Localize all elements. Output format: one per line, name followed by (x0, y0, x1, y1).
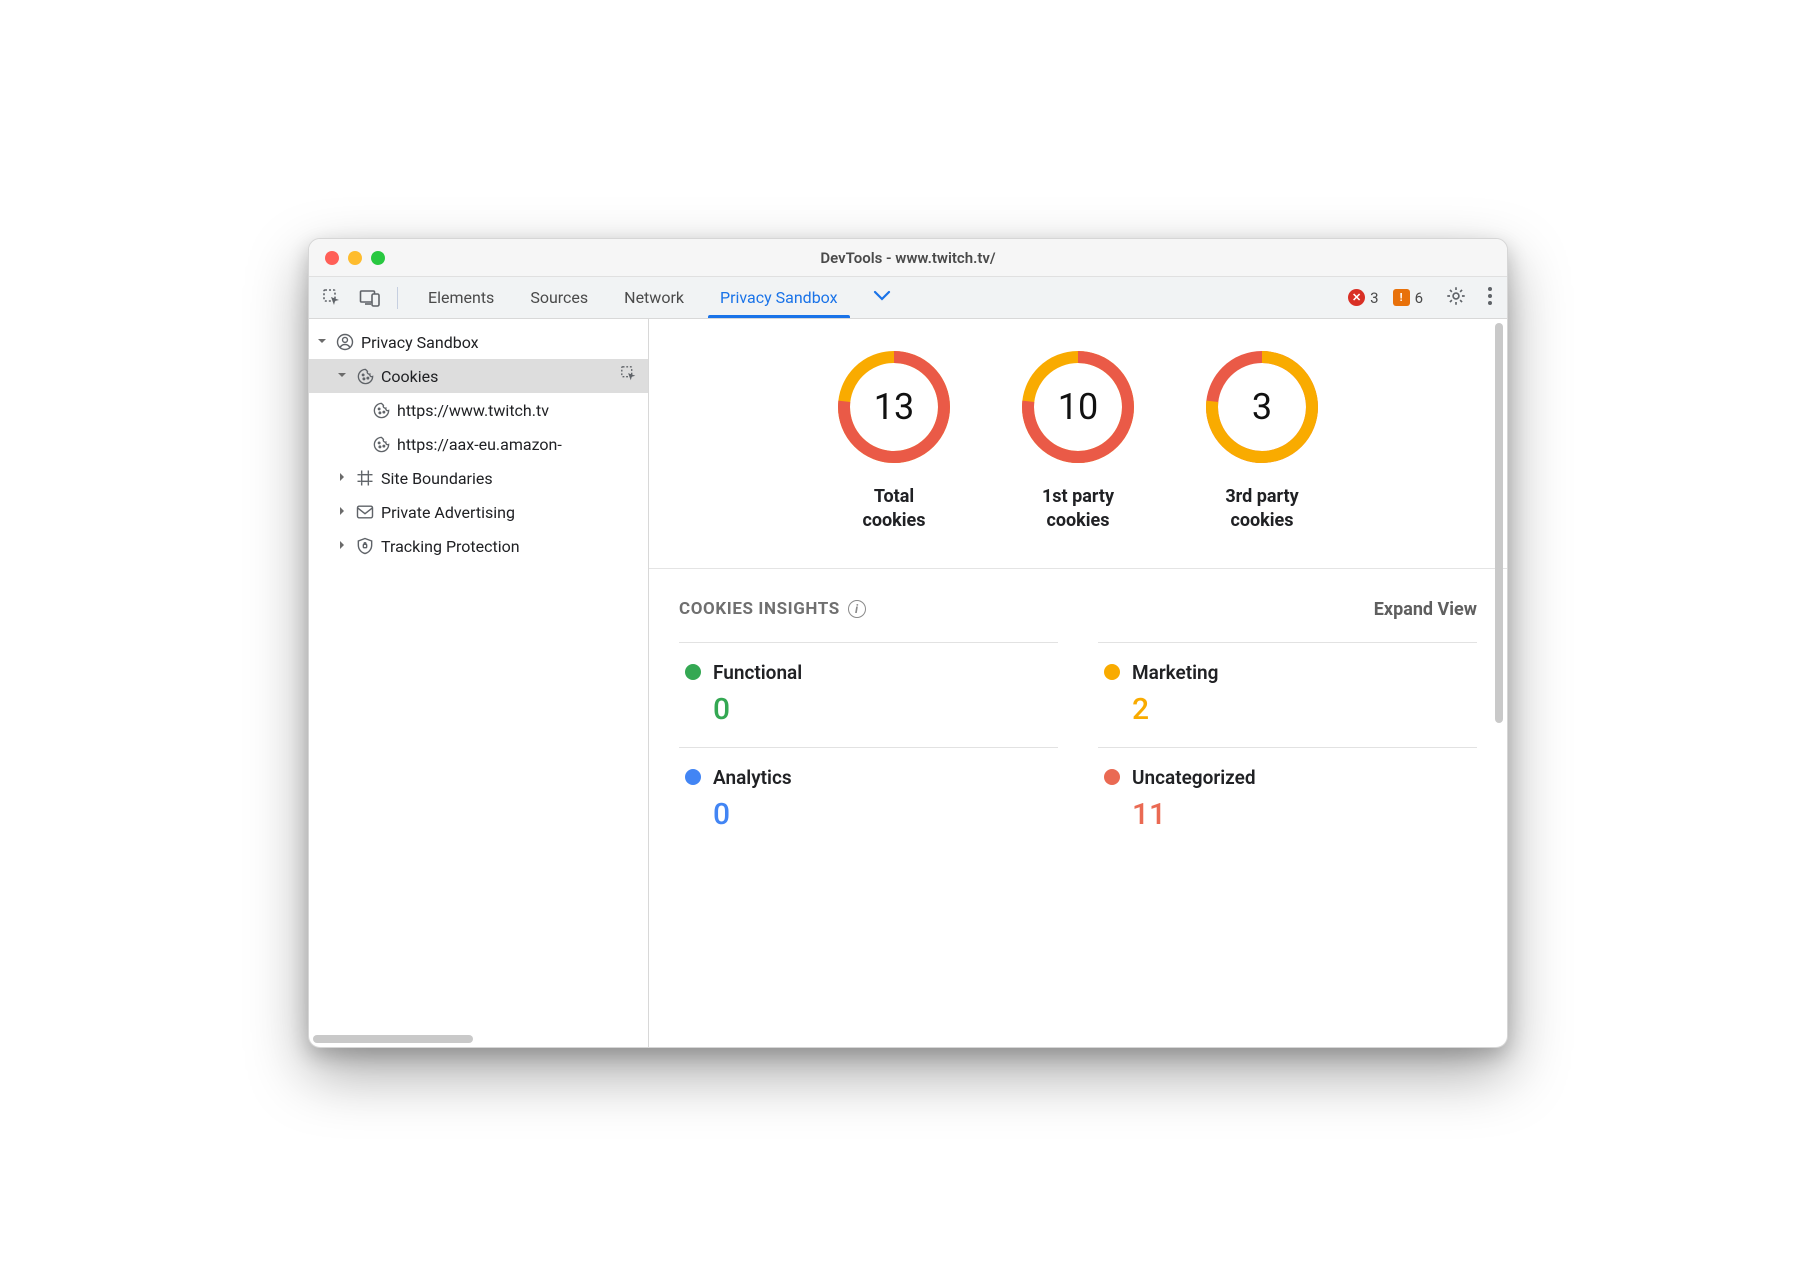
stat-caption: Total cookies (862, 485, 925, 534)
insights-title: COOKIES INSIGHTS i (679, 599, 866, 619)
insight-label: Marketing (1132, 661, 1471, 684)
tab-label: Network (624, 288, 684, 307)
more-tabs-button[interactable] (864, 287, 900, 308)
titlebar: DevTools - www.twitch.tv/ (309, 239, 1507, 277)
cookie-icon (371, 434, 391, 454)
tree-item-origin[interactable]: https://aax-eu.amazon- (309, 427, 648, 461)
traffic-lights (309, 251, 385, 265)
tree-item-origin[interactable]: https://www.twitch.tv (309, 393, 648, 427)
toolbar-separator (397, 287, 398, 309)
category-dot-icon (685, 769, 701, 785)
insight-value: 0 (713, 692, 1052, 727)
sidebar: Privacy Sandbox Cookies https://www.twit… (309, 319, 649, 1047)
window-title: DevTools - www.twitch.tv/ (309, 249, 1507, 267)
chevron-right-icon (337, 540, 349, 552)
insights-header: COOKIES INSIGHTS i Expand View (679, 599, 1477, 620)
minimize-window-button[interactable] (348, 251, 362, 265)
tab-label: Sources (530, 288, 588, 307)
tree-label: Private Advertising (381, 503, 515, 522)
cookie-icon (355, 366, 375, 386)
tree-label: Privacy Sandbox (361, 333, 479, 352)
chevron-right-icon (337, 506, 349, 518)
tab-label: Elements (428, 288, 494, 307)
first-party-ring: 10 (1018, 347, 1138, 467)
device-toolbar-icon[interactable] (355, 283, 385, 313)
insight-functional[interactable]: Functional 0 (679, 642, 1058, 747)
insight-label: Uncategorized (1132, 766, 1471, 789)
shield-lock-icon (355, 536, 375, 556)
tree-root-privacy-sandbox[interactable]: Privacy Sandbox (309, 325, 648, 359)
warning-icon: ! (1393, 289, 1410, 306)
stat-caption: 1st party cookies (1042, 485, 1114, 534)
tab-sources[interactable]: Sources (512, 277, 606, 318)
tree-label: Cookies (381, 367, 438, 386)
warnings-count: 6 (1415, 289, 1423, 307)
chevron-down-icon (317, 336, 329, 348)
tree-item-private-advertising[interactable]: Private Advertising (309, 495, 648, 529)
total-cookies-ring: 13 (834, 347, 954, 467)
horizontal-scrollbar[interactable] (313, 1035, 473, 1043)
main-panel: 13 Total cookies 10 (649, 319, 1507, 1047)
chevron-right-icon (337, 472, 349, 484)
stat-third-party-cookies: 3 3rd party cookies (1202, 347, 1322, 534)
tree-label: Site Boundaries (381, 469, 493, 488)
stat-value: 13 (834, 347, 954, 467)
insight-analytics[interactable]: Analytics 0 (679, 747, 1058, 852)
devtools-window: DevTools - www.twitch.tv/ Elements Sourc… (308, 238, 1508, 1048)
cookie-stats-row: 13 Total cookies 10 (649, 319, 1507, 569)
chevron-down-icon (337, 370, 349, 382)
expand-view-button[interactable]: Expand View (1374, 599, 1477, 620)
tree-label: https://www.twitch.tv (397, 401, 549, 420)
privacy-sandbox-icon (335, 332, 355, 352)
tree-label: Tracking Protection (381, 537, 520, 556)
tab-privacy-sandbox[interactable]: Privacy Sandbox (702, 277, 856, 318)
errors-count: 3 (1370, 289, 1378, 307)
insight-marketing[interactable]: Marketing 2 (1098, 642, 1477, 747)
category-dot-icon (1104, 664, 1120, 680)
mail-icon (355, 502, 375, 522)
tab-network[interactable]: Network (606, 277, 702, 318)
issue-badges: ✕ 3 ! 6 (1348, 289, 1423, 307)
vertical-scrollbar[interactable] (1495, 323, 1503, 723)
tree-item-site-boundaries[interactable]: Site Boundaries (309, 461, 648, 495)
stat-total-cookies: 13 Total cookies (834, 347, 954, 534)
stat-caption: 3rd party cookies (1225, 485, 1298, 534)
insight-uncategorized[interactable]: Uncategorized 11 (1098, 747, 1477, 852)
warnings-badge[interactable]: ! 6 (1393, 289, 1423, 307)
tree-item-cookies[interactable]: Cookies (309, 359, 648, 393)
insight-value: 2 (1132, 692, 1471, 727)
stat-value: 10 (1018, 347, 1138, 467)
category-dot-icon (685, 664, 701, 680)
maximize-window-button[interactable] (371, 251, 385, 265)
devtools-toolbar: Elements Sources Network Privacy Sandbox… (309, 277, 1507, 319)
category-dot-icon (1104, 769, 1120, 785)
insights-grid: Functional 0 Marketing 2 Analytics 0 (679, 642, 1477, 852)
tree-label: https://aax-eu.amazon- (397, 435, 562, 454)
stat-first-party-cookies: 10 1st party cookies (1018, 347, 1138, 534)
tab-label: Privacy Sandbox (720, 288, 838, 307)
close-window-button[interactable] (325, 251, 339, 265)
insight-label: Functional (713, 661, 1052, 684)
inspect-element-icon[interactable] (317, 283, 347, 313)
tree-item-tracking-protection[interactable]: Tracking Protection (309, 529, 648, 563)
panel-content: Privacy Sandbox Cookies https://www.twit… (309, 319, 1507, 1047)
settings-button[interactable] (1439, 285, 1473, 311)
insight-value: 0 (713, 797, 1052, 832)
cookie-icon (371, 400, 391, 420)
tab-elements[interactable]: Elements (410, 277, 512, 318)
third-party-ring: 3 (1202, 347, 1322, 467)
site-boundaries-icon (355, 468, 375, 488)
error-icon: ✕ (1348, 289, 1365, 306)
info-icon[interactable]: i (848, 600, 866, 618)
insight-label: Analytics (713, 766, 1052, 789)
panel-tabs: Elements Sources Network Privacy Sandbox (410, 277, 856, 318)
errors-badge[interactable]: ✕ 3 (1348, 289, 1378, 307)
cookies-insights-section: COOKIES INSIGHTS i Expand View Functiona… (649, 569, 1507, 852)
inspect-element-icon[interactable] (620, 365, 638, 387)
more-options-button[interactable] (1481, 286, 1499, 310)
stat-value: 3 (1202, 347, 1322, 467)
insight-value: 11 (1132, 797, 1471, 832)
